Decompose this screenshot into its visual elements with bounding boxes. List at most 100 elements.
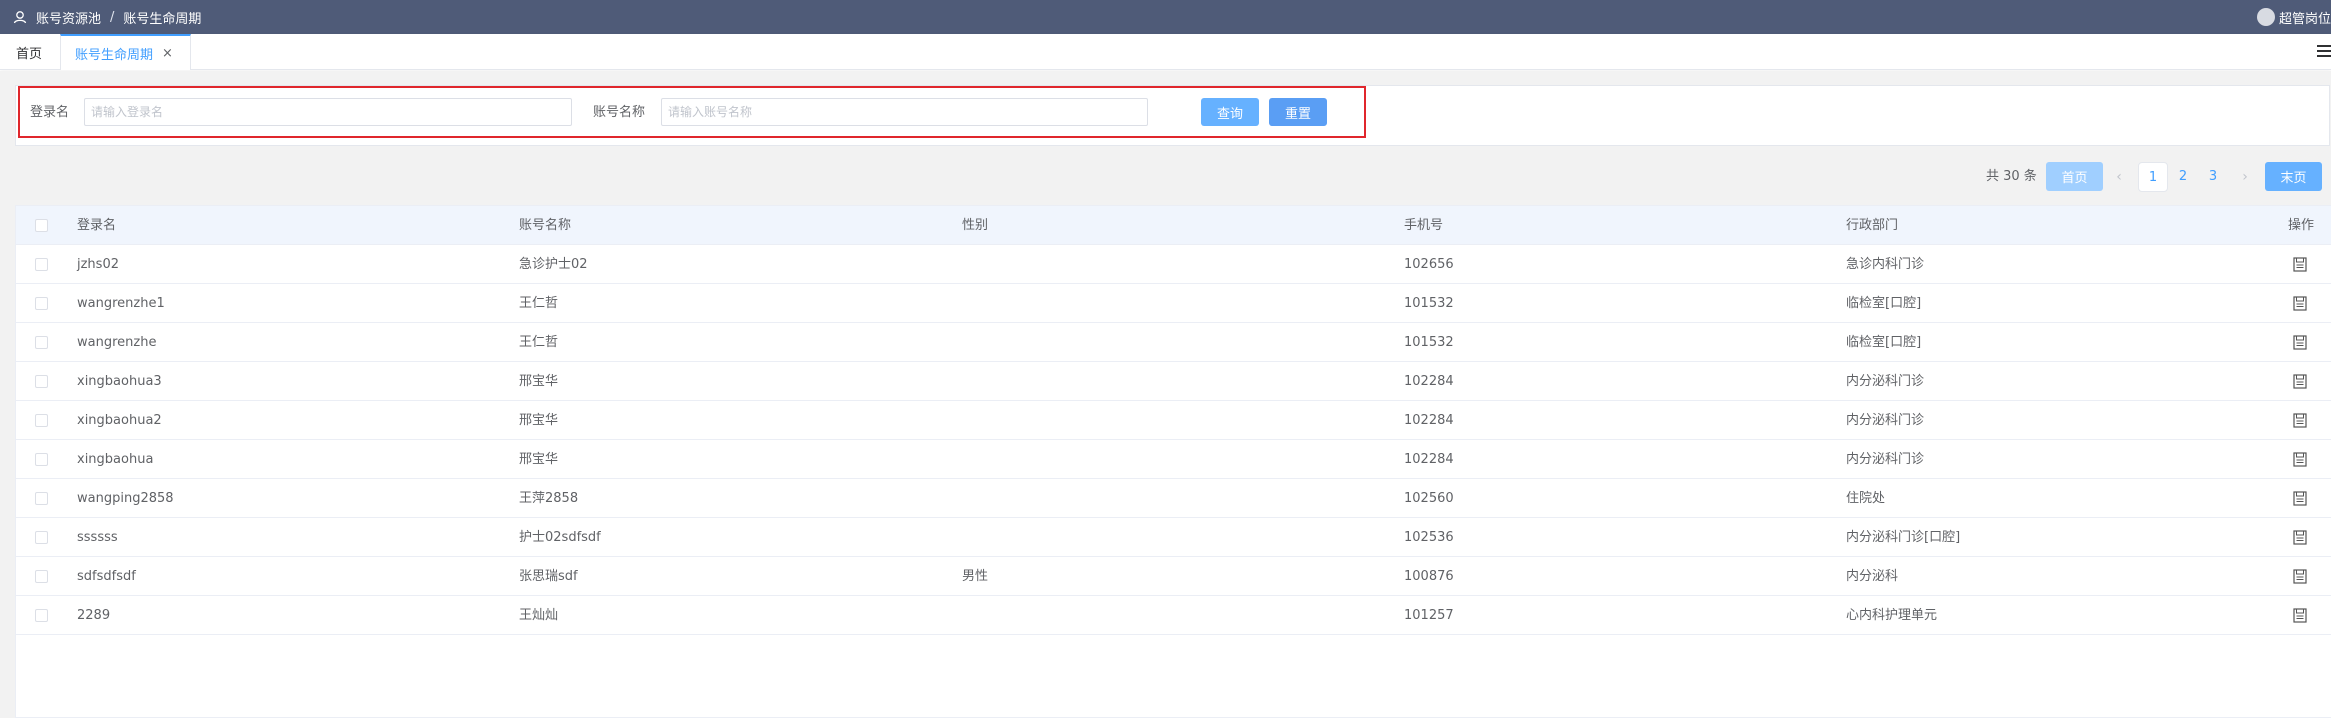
- edit-record-icon[interactable]: [2293, 491, 2307, 506]
- table-header: 登录名 账号名称 性别 手机号 行政部门 操作: [16, 206, 2331, 245]
- table-row[interactable]: wangping2858 王萍2858 102560 住院处: [16, 479, 2331, 518]
- account-name-label: 账号名称: [593, 105, 646, 120]
- cell-account-name: 王仁哲: [519, 335, 559, 350]
- table-row[interactable]: sdfsdfsdf 张思瑞sdf 男性 100876 内分泌科: [16, 557, 2331, 596]
- login-name-input[interactable]: [84, 98, 572, 126]
- cell-phone: 102536: [1404, 530, 1454, 545]
- table-row[interactable]: xingbaohua2 邢宝华 102284 内分泌科门诊: [16, 401, 2331, 440]
- pager-last-button[interactable]: 末页: [2265, 162, 2322, 191]
- row-checkbox[interactable]: [35, 609, 48, 622]
- cell-department: 急诊内科门诊: [1846, 257, 1925, 272]
- edit-record-icon[interactable]: [2293, 530, 2307, 545]
- close-icon[interactable]: ×: [162, 46, 173, 61]
- cell-phone: 102284: [1404, 374, 1454, 389]
- cell-phone: 102284: [1404, 413, 1454, 428]
- pager-page-1[interactable]: 1: [2138, 162, 2168, 192]
- cell-login: wangrenzhe1: [77, 296, 165, 311]
- cell-phone: 102284: [1404, 452, 1454, 467]
- table-row[interactable]: xingbaohua 邢宝华 102284 内分泌科门诊: [16, 440, 2331, 479]
- column-header-login: 登录名: [77, 218, 117, 233]
- cell-phone: 100876: [1404, 569, 1454, 584]
- user-menu[interactable]: 超管岗位: [2256, 0, 2331, 34]
- table-row[interactable]: jzhs02 急诊护士02 102656 急诊内科门诊: [16, 245, 2331, 284]
- row-checkbox[interactable]: [35, 570, 48, 583]
- cell-account-name: 护士02sdfsdf: [519, 530, 601, 545]
- row-checkbox[interactable]: [35, 492, 48, 505]
- breadcrumb-root[interactable]: 账号资源池: [36, 8, 101, 27]
- avatar[interactable]: [2256, 8, 2275, 26]
- chevron-right-icon[interactable]: ›: [2238, 162, 2252, 192]
- hamburger-menu-icon[interactable]: [2317, 44, 2331, 58]
- pager-total: 共 30 条: [1986, 169, 2037, 184]
- edit-record-icon[interactable]: [2293, 608, 2307, 623]
- main-content: 登录名 账号名称 查询 重置 共 30 条 首页 ‹ 1 2 3 › 末页 登录…: [0, 71, 2331, 718]
- row-checkbox[interactable]: [35, 258, 48, 271]
- pager-first-button[interactable]: 首页: [2046, 162, 2103, 191]
- chevron-left-icon[interactable]: ‹: [2112, 162, 2126, 192]
- cell-department: 内分泌科门诊: [1846, 413, 1925, 428]
- edit-record-icon[interactable]: [2293, 413, 2307, 428]
- cell-login: wangrenzhe: [77, 335, 157, 350]
- top-header: 账号资源池 / 账号生命周期 超管岗位: [0, 0, 2331, 34]
- edit-record-icon[interactable]: [2293, 296, 2307, 311]
- tab-home-label: 首页: [16, 46, 43, 62]
- cell-department: 临检室[口腔]: [1846, 335, 1922, 350]
- cell-department: 内分泌科门诊[口腔]: [1846, 530, 1961, 545]
- tab-account-lifecycle[interactable]: 账号生命周期 ×: [60, 34, 191, 70]
- pagination: 共 30 条 首页 ‹ 1 2 3 › 末页: [0, 162, 2331, 192]
- edit-record-icon[interactable]: [2293, 257, 2307, 272]
- cell-department: 内分泌科门诊: [1846, 374, 1925, 389]
- table-row[interactable]: ssssss 护士02sdfsdf 102536 内分泌科门诊[口腔]: [16, 518, 2331, 557]
- user-name[interactable]: 超管岗位: [2279, 8, 2331, 27]
- row-checkbox[interactable]: [35, 531, 48, 544]
- edit-record-icon[interactable]: [2293, 452, 2307, 467]
- row-checkbox[interactable]: [35, 336, 48, 349]
- tab-bar: 首页 账号生命周期 ×: [0, 34, 2331, 70]
- account-name-input[interactable]: [661, 98, 1148, 126]
- select-all-checkbox[interactable]: [35, 219, 48, 232]
- reset-button[interactable]: 重置: [1269, 98, 1327, 126]
- table-row[interactable]: 2289 王灿灿 101257 心内科护理单元: [16, 596, 2331, 635]
- cell-department: 心内科护理单元: [1846, 608, 1938, 623]
- query-button[interactable]: 查询: [1201, 98, 1259, 126]
- cell-account-name: 张思瑞sdf: [519, 569, 578, 584]
- cell-login: sdfsdfsdf: [77, 569, 136, 584]
- cell-department: 住院处: [1846, 491, 1886, 506]
- table-row[interactable]: wangrenzhe1 王仁哲 101532 临检室[口腔]: [16, 284, 2331, 323]
- column-header-gender: 性别: [962, 218, 989, 233]
- cell-account-name: 急诊护士02: [519, 257, 588, 272]
- account-table: 登录名 账号名称 性别 手机号 行政部门 操作 jzhs02 急诊护士02 10…: [15, 205, 2331, 718]
- cell-phone: 101532: [1404, 296, 1454, 311]
- cell-department: 临检室[口腔]: [1846, 296, 1922, 311]
- edit-record-icon[interactable]: [2293, 335, 2307, 350]
- column-header-account-name: 账号名称: [519, 218, 572, 233]
- login-name-label: 登录名: [30, 105, 70, 120]
- pager-page-3[interactable]: 3: [2198, 162, 2228, 192]
- cell-phone: 101532: [1404, 335, 1454, 350]
- row-checkbox[interactable]: [35, 375, 48, 388]
- cell-phone: 101257: [1404, 608, 1454, 623]
- cell-gender: 男性: [962, 569, 989, 584]
- cell-login: 2289: [77, 608, 111, 623]
- cell-login: xingbaohua: [77, 452, 154, 467]
- search-form-highlight: 登录名 账号名称 查询 重置: [18, 86, 1366, 138]
- cell-department: 内分泌科门诊: [1846, 452, 1925, 467]
- cell-login: wangping2858: [77, 491, 174, 506]
- cell-account-name: 王灿灿: [519, 608, 559, 623]
- pager-page-2[interactable]: 2: [2168, 162, 2198, 192]
- edit-record-icon[interactable]: [2293, 569, 2307, 584]
- breadcrumb-separator: /: [110, 9, 115, 25]
- row-checkbox[interactable]: [35, 414, 48, 427]
- column-header-department: 行政部门: [1846, 218, 1899, 233]
- row-checkbox[interactable]: [35, 453, 48, 466]
- cell-login: xingbaohua2: [77, 413, 162, 428]
- row-checkbox[interactable]: [35, 297, 48, 310]
- tab-home[interactable]: 首页: [16, 34, 42, 70]
- cell-account-name: 王萍2858: [519, 491, 579, 506]
- edit-record-icon[interactable]: [2293, 374, 2307, 389]
- table-row[interactable]: xingbaohua3 邢宝华 102284 内分泌科门诊: [16, 362, 2331, 401]
- user-pool-icon: [12, 9, 28, 25]
- table-row[interactable]: wangrenzhe 王仁哲 101532 临检室[口腔]: [16, 323, 2331, 362]
- column-header-actions: 操作: [2288, 218, 2315, 233]
- cell-phone: 102560: [1404, 491, 1454, 506]
